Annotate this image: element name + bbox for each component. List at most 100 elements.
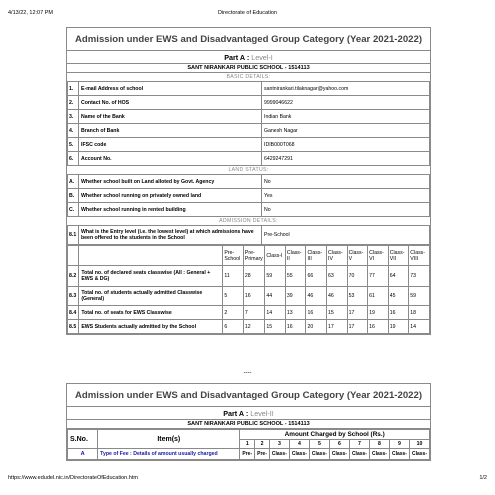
row-value: 15 <box>326 305 348 320</box>
row-value: 14 <box>264 305 286 320</box>
row-number: 8.4 <box>66 305 80 320</box>
column-number: 4 <box>288 439 310 449</box>
land-status-table: A. Whether school built on Land alloted b… <box>67 174 430 217</box>
column-number: 6 <box>328 439 350 449</box>
row-value: Class- <box>288 448 310 460</box>
row-number: 8.2 <box>66 265 80 287</box>
table-row: 8.3 Total no. of students actually admit… <box>66 286 430 306</box>
row-value: Class- <box>328 448 350 460</box>
row-value: 17 <box>346 305 369 320</box>
class-header-row: Pre-School Pre-Primary Class-I Class-II … <box>66 245 430 266</box>
form-title: Admission under EWS and Disadvantaged Gr… <box>67 384 430 407</box>
class-header: Class-II <box>284 245 307 266</box>
row-question: Whether school running in rented buildin… <box>78 202 262 217</box>
row-value: 59 <box>264 265 286 287</box>
row-question: Whether school built on Land alloted by … <box>78 174 262 189</box>
row-value: Class- <box>308 448 330 460</box>
row-value: 12 <box>242 319 266 334</box>
row-number: 8.5 <box>66 319 80 334</box>
land-status-heading: LAND STATUS: <box>228 167 269 173</box>
row-number: B. <box>67 188 79 203</box>
row-value: 20 <box>305 319 328 334</box>
row-value: 6429247291 <box>261 151 430 166</box>
part-heading: Part A : Level-II <box>67 407 430 419</box>
row-question: Total no. of declared seats classwise (A… <box>78 265 224 287</box>
row-value: 19 <box>367 305 389 320</box>
row-value: 7 <box>242 305 266 320</box>
class-header: Class-VIII <box>408 245 430 266</box>
class-header: Class-I <box>264 245 286 266</box>
row-number: 6. <box>67 151 79 166</box>
table-row: C. Whether school running in rented build… <box>67 202 430 217</box>
print-header: 4/13/22, 12:07 PM Directorate of Educati… <box>8 10 487 20</box>
basic-details-heading: BASIC DETAILS: <box>226 74 271 80</box>
table-row: 8.1 What is the Entry level (i.e. the lo… <box>67 225 430 245</box>
table-row: 8.2 Total no. of declared seats classwis… <box>66 265 430 287</box>
print-url[interactable]: https://www.edudel.nic.in/DirectorateOfE… <box>8 475 138 481</box>
class-header: Pre-School <box>222 245 244 266</box>
row-number: 1. <box>67 81 79 96</box>
row-value: Class- <box>388 448 410 460</box>
row-value: 11 <box>222 265 244 287</box>
table-row: 8.5 EWS Students actually admitted by th… <box>66 319 430 334</box>
row-value: IDIB000T068 <box>261 137 430 152</box>
row-question: Contact No. of HOS <box>78 95 262 110</box>
entry-level-table: 8.1 What is the Entry level (i.e. the lo… <box>67 225 430 245</box>
row-question: Branch of Bank <box>78 123 262 138</box>
row-number: 3. <box>67 109 79 124</box>
row-question: IFSC code <box>78 137 262 152</box>
row-question: E-mail Address of school <box>78 81 262 96</box>
school-name: SANT NIRANKARI PUBLIC SCHOOL - 1514113 <box>67 419 430 429</box>
row-value: 63 <box>326 265 348 287</box>
class-header: Class-IV <box>326 245 348 266</box>
row-value: 13 <box>284 305 307 320</box>
row-value: Yes <box>261 188 430 203</box>
class-header: Class-V <box>346 245 369 266</box>
row-value: 16 <box>305 305 328 320</box>
column-number: 7 <box>348 439 370 449</box>
row-question: Type of Fee : Details of amount usually … <box>97 448 241 460</box>
row-value: 19 <box>387 319 410 334</box>
column-number: 8 <box>368 439 390 449</box>
column-number: 1 <box>239 439 256 449</box>
row-question: Total no. of seats for EWS Classwise <box>78 305 224 320</box>
row-value: Class- <box>348 448 370 460</box>
row-question: Total no. of students actually admitted … <box>78 286 224 306</box>
row-value: 15 <box>264 319 286 334</box>
table-row: 3. Name of the Bank Indian Bank <box>67 109 430 124</box>
row-value: 6 <box>222 319 244 334</box>
row-value: 16 <box>284 319 307 334</box>
print-page-number: 1/2 <box>479 475 487 481</box>
row-value: 14 <box>408 319 430 334</box>
sno-header: S.No. <box>66 429 99 449</box>
table-row: 8.4 Total no. of seats for EWS Classwise… <box>66 305 430 320</box>
row-value: 2 <box>222 305 244 320</box>
column-number: 10 <box>408 439 431 449</box>
part-label: Part A : <box>224 53 250 62</box>
row-value: 64 <box>387 265 410 287</box>
row-value: 28 <box>242 265 266 287</box>
row-value: 17 <box>346 319 369 334</box>
table-row: 1. E-mail Address of school santnirankari.… <box>67 81 430 96</box>
row-value: 55 <box>284 265 307 287</box>
row-value: 18 <box>408 305 430 320</box>
row-value: 77 <box>367 265 389 287</box>
table-row: A Type of Fee : Details of amount usuall… <box>66 448 431 460</box>
part-heading: Part A : Level-I <box>67 51 430 63</box>
row-question: Account No. <box>78 151 262 166</box>
row-value: 46 <box>305 286 328 306</box>
row-value: Class- <box>368 448 390 460</box>
row-number: 5. <box>67 137 79 152</box>
form-title: Admission under EWS and Disadvantaged Gr… <box>67 28 430 51</box>
table-row: 6. Account No. 6429247291 <box>67 151 430 166</box>
row-question: Whether school running on privately owne… <box>78 188 262 203</box>
row-value: Pre-School <box>261 225 430 245</box>
row-value: 16 <box>387 305 410 320</box>
column-number: 9 <box>388 439 410 449</box>
row-value: 5 <box>222 286 244 306</box>
row-value: Class- <box>408 448 431 460</box>
fee-table: S.No. Item(s) Amount Charged by School (… <box>66 429 431 460</box>
row-value: 16 <box>242 286 266 306</box>
row-number: A. <box>67 174 79 189</box>
classwise-seats-table: Pre-School Pre-Primary Class-I Class-II … <box>66 245 430 334</box>
